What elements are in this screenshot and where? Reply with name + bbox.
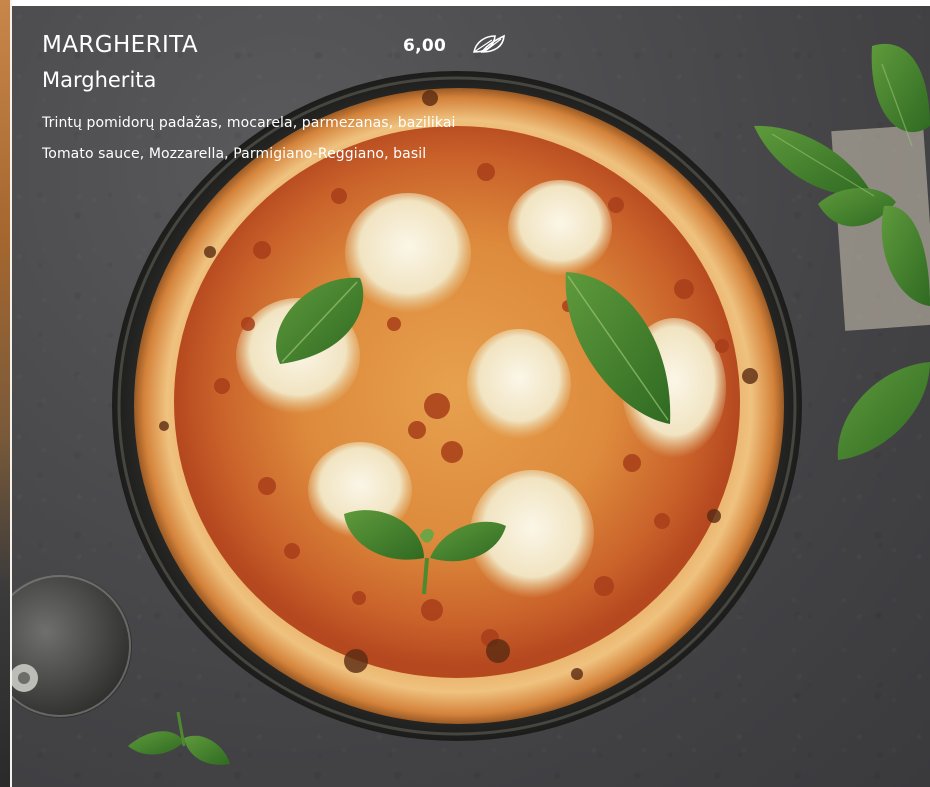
adjacent-menu-image-edge bbox=[0, 0, 10, 787]
menu-item-card[interactable]: MARGHERITA Margherita 6,00 Trintų pomido… bbox=[12, 6, 930, 787]
leaf-icon bbox=[473, 34, 505, 53]
pizza-cutter bbox=[12, 574, 132, 718]
description-english: Tomato sauce, Mozzarella, Parmigiano-Reg… bbox=[42, 146, 427, 162]
menu-item-subtitle: Margherita bbox=[42, 68, 157, 92]
basil-garnish-bottom bbox=[128, 711, 230, 765]
description-lithuanian: Trintų pomidorų padažas, mocarela, parme… bbox=[42, 115, 456, 131]
menu-item-price: 6,00 bbox=[403, 36, 447, 56]
menu-screen: MARGHERITA Margherita 6,00 Trintų pomido… bbox=[0, 0, 930, 787]
menu-item-title: MARGHERITA bbox=[42, 32, 198, 58]
